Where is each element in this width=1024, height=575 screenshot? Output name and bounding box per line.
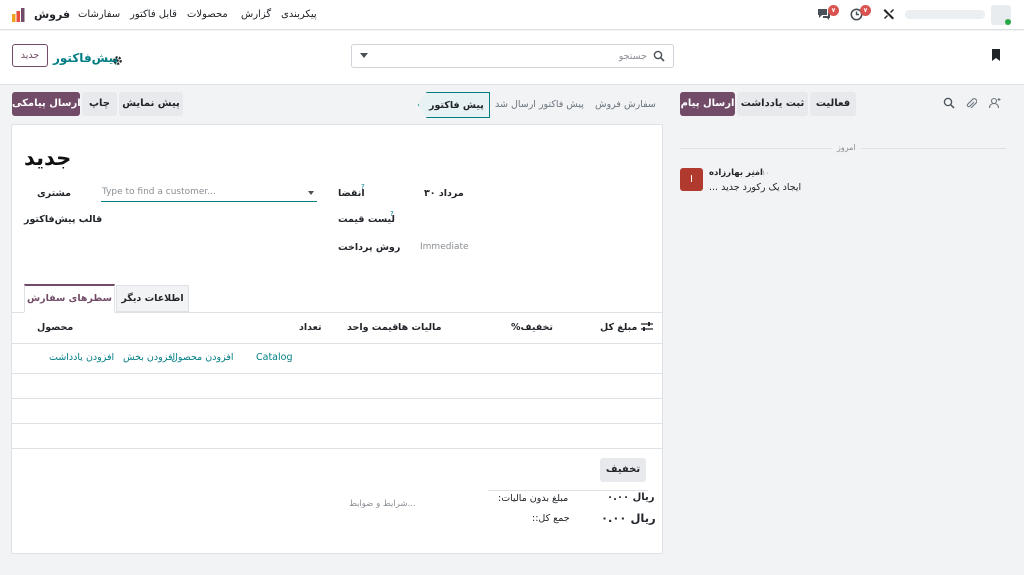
payment-terms-value[interactable]: Immediate <box>420 242 469 252</box>
print-button[interactable]: چاپ <box>82 92 117 116</box>
new-button[interactable]: جدید <box>12 44 48 67</box>
attachment-paperclip-icon[interactable] <box>965 97 978 110</box>
menu-to-invoice[interactable]: قابل فاکتور <box>130 9 177 20</box>
discount-button[interactable]: تخفیف <box>600 458 646 482</box>
search-dropdown-toggle[interactable] <box>360 53 368 58</box>
payment-terms-label: روش پرداخت <box>338 242 401 253</box>
add-note-link[interactable]: افزودن یادداشت <box>49 352 114 363</box>
col-quantity[interactable]: تعداد <box>299 322 322 333</box>
col-discount[interactable]: %تخفیف <box>511 322 553 333</box>
table-header-line <box>12 343 662 344</box>
message-avatar[interactable]: I <box>680 168 703 191</box>
discount-button-label: تخفیف <box>605 464 641 475</box>
new-button-label: جدید <box>20 50 40 61</box>
expiration-help-icon[interactable]: ? <box>361 183 365 191</box>
preview-button-label: پیش نمایش <box>122 98 180 109</box>
app-logo-icon[interactable] <box>11 7 27 23</box>
log-note-button-label: ثبت یادداشت <box>740 98 805 109</box>
send-message-button-label: ارسال پیام <box>680 98 735 109</box>
control-panel: جستجو پیش‌فاکتور جدید <box>0 31 1024 85</box>
col-product[interactable]: محصول <box>37 322 73 333</box>
pricelist-help-icon[interactable]: ? <box>390 210 394 218</box>
preview-button[interactable]: پیش نمایش <box>119 92 183 116</box>
chat-badge: ۷ <box>828 5 839 16</box>
send-sms-button-label: ارسال پیامکی <box>12 98 81 109</box>
message-avatar-letter: I <box>690 174 693 185</box>
send-sms-button[interactable]: ارسال پیامکی <box>12 92 81 116</box>
col-taxes[interactable]: مالیات ها <box>398 322 441 333</box>
tab-order-lines[interactable]: سطرهای سفارش <box>24 284 115 313</box>
bookmark-icon[interactable] <box>991 48 1001 62</box>
untaxed-amount-value: ریال ۰.۰۰ <box>607 492 655 503</box>
column-settings-icon[interactable] <box>641 321 653 332</box>
message-time: ۱۱:۱۰ <box>752 169 770 177</box>
company-name-blurred <box>905 10 985 19</box>
table-row <box>12 423 662 424</box>
top-navbar: ۷ ۷ پیکربندی گزارش محصولات قابل فاکتور س… <box>0 0 1024 30</box>
menu-products[interactable]: محصولات <box>187 9 228 20</box>
pricelist-label: لیست قیمت <box>338 214 395 225</box>
send-message-button[interactable]: ارسال پیام <box>680 92 735 116</box>
tab-order-lines-label: سطرهای سفارش <box>27 293 112 304</box>
stage-quotation-active-label: پیش فاکتور <box>429 100 484 111</box>
menu-config[interactable]: پیکربندی <box>281 9 317 20</box>
message-body: ... ایجاد یک رکورد جدید <box>709 182 802 193</box>
total-value: ریال ۰.۰۰ <box>601 511 656 525</box>
table-row <box>12 448 662 449</box>
totals-divider <box>488 490 648 491</box>
quotation-template-label: قالب پیش‌فاکتور <box>24 214 103 225</box>
menu-orders[interactable]: سفارشات <box>78 9 120 20</box>
add-section-link[interactable]: افزودن بخش <box>123 352 175 363</box>
search-icon <box>653 50 665 62</box>
activity-button-label: فعالیت <box>815 98 851 109</box>
stage-quotation-sent[interactable]: پیش فاکتور ارسال شد <box>485 92 591 118</box>
col-subtotal[interactable]: مبلغ کل <box>600 322 637 333</box>
tab-other-info-label: اطلاعات دیگر <box>121 293 184 304</box>
menu-reporting[interactable]: گزارش <box>241 9 271 20</box>
app-name[interactable]: فروش <box>34 8 70 21</box>
untaxed-amount-label: :مبلغ بدون مالیات <box>498 493 569 504</box>
today-separator-label: امروز <box>832 143 861 152</box>
total-label: ::جمع کل <box>532 513 570 524</box>
customer-dropdown-caret[interactable] <box>308 191 314 195</box>
add-product-link[interactable]: افزودن محصول <box>171 352 234 363</box>
search-input[interactable]: جستجو <box>619 51 647 62</box>
col-unit-price[interactable]: قیمت واحد <box>347 322 398 333</box>
record-title: جدید <box>24 146 72 170</box>
terms-and-conditions-field[interactable]: شرایط و ضوابط... <box>349 499 416 509</box>
breadcrumb-title: پیش‌فاکتور <box>53 51 119 65</box>
catalog-link[interactable]: Catalog <box>256 352 292 363</box>
stage-quotation-sent-label: پیش فاکتور ارسال شد <box>495 99 584 110</box>
tools-icon[interactable] <box>883 8 895 20</box>
stage-quotation-active[interactable]: پیش فاکتور <box>418 92 490 118</box>
stage-sale-order[interactable]: سفارش فروش <box>585 92 667 118</box>
activity-badge: ۷ <box>860 5 871 16</box>
customer-label: مشتری <box>37 188 72 199</box>
print-button-label: چاپ <box>88 98 110 109</box>
table-row <box>12 373 662 374</box>
log-note-button[interactable]: ثبت یادداشت <box>737 92 808 116</box>
follower-user-icon[interactable] <box>988 97 1002 109</box>
customer-input[interactable]: Type to find a customer... <box>102 187 216 197</box>
table-row <box>12 398 662 399</box>
stage-sale-order-label: سفارش فروش <box>595 99 656 110</box>
tab-other-info[interactable]: اطلاعات دیگر <box>116 285 189 312</box>
online-status-dot <box>1005 19 1011 25</box>
expiration-value[interactable]: مرداد ۳۰ <box>424 188 464 199</box>
activity-button[interactable]: فعالیت <box>810 92 856 116</box>
customer-field[interactable]: Type to find a customer... <box>101 185 317 202</box>
chatter-search-icon[interactable] <box>943 97 955 109</box>
search-bar[interactable]: جستجو <box>351 44 674 68</box>
